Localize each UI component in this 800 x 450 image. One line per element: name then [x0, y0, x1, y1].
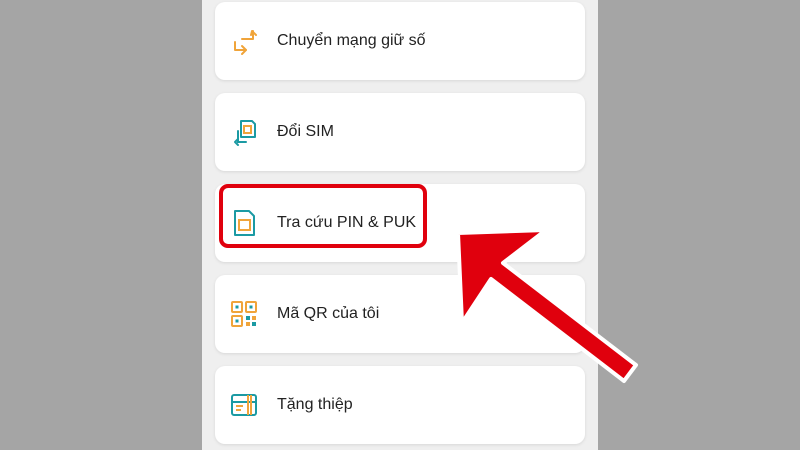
qr-code-icon	[231, 301, 257, 327]
sim-swap-icon	[234, 120, 256, 146]
menu-item-tra-cuu-pin-puk[interactable]: Tra cứu PIN & PUK	[215, 184, 585, 262]
menu-item-label: Đổi SIM	[277, 123, 334, 140]
menu-item-label: Mã QR của tôi	[277, 305, 380, 322]
menu-item-tang-thiep[interactable]: Tặng thiệp	[215, 366, 585, 444]
menu-item-ma-qr-cua-toi[interactable]: Mã QR của tôi	[215, 275, 585, 353]
menu-item-label: Tặng thiệp	[277, 396, 353, 413]
menu-item-doi-sim[interactable]: Đổi SIM	[215, 93, 585, 171]
menu-item-label: Tra cứu PIN & PUK	[277, 214, 417, 231]
menu-item-label: Chuyển mạng giữ số	[277, 32, 426, 49]
swap-arrows-icon	[234, 30, 257, 55]
menu-item-chuyen-mang-giu-so[interactable]: Chuyển mạng giữ số	[215, 2, 585, 80]
gift-card-icon	[231, 394, 257, 416]
sim-card-icon	[234, 210, 255, 236]
menu-panel: Chuyển mạng giữ số Đổi SIM Tra cứu PIN &…	[202, 0, 598, 450]
